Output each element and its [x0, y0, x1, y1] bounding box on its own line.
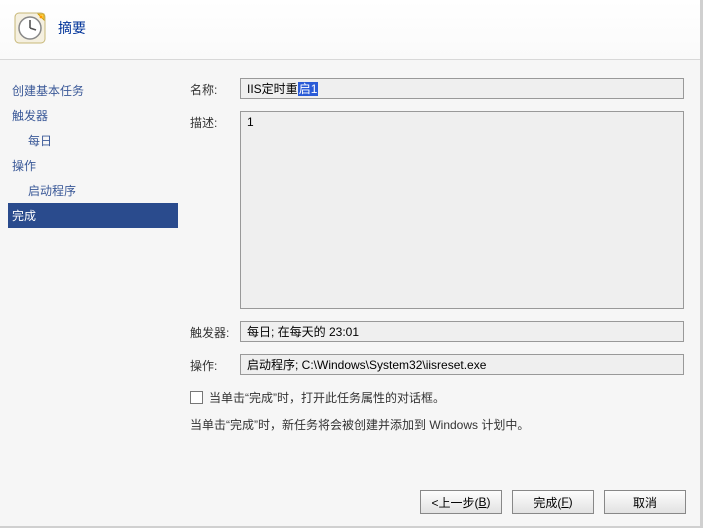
- action-field[interactable]: 启动程序; C:\Windows\System32\iisreset.exe: [240, 354, 684, 375]
- name-field[interactable]: IIS定时重启1: [240, 78, 684, 99]
- desc-label: 描述:: [190, 111, 240, 131]
- summary-form: 名称: IIS定时重启1 描述: 1 触发器: 每日; 在每天的 23:01 操…: [190, 78, 684, 443]
- name-value-selection: 启1: [298, 82, 319, 96]
- clock-icon: [14, 12, 46, 44]
- finish-button[interactable]: 完成(F): [512, 490, 594, 514]
- cancel-button[interactable]: 取消: [604, 490, 686, 514]
- wizard-window: 摘要 创建基本任务 触发器 每日 操作 启动程序 完成 名称: IIS定时重启1…: [0, 0, 703, 528]
- open-properties-checkbox[interactable]: [190, 391, 203, 404]
- desc-field[interactable]: 1: [240, 111, 684, 309]
- sidebar-item-daily[interactable]: 每日: [8, 128, 178, 153]
- hint-block: 当单击“完成”时，打开此任务属性的对话框。 当单击“完成”时，新任务将会被创建并…: [190, 389, 684, 433]
- wizard-title: 摘要: [58, 18, 86, 38]
- trigger-field[interactable]: 每日; 在每天的 23:01: [240, 321, 684, 342]
- sidebar-item-start-program[interactable]: 启动程序: [8, 178, 178, 203]
- sidebar-item-create-basic-task[interactable]: 创建基本任务: [8, 78, 178, 103]
- back-button[interactable]: <上一步(B): [420, 490, 502, 514]
- open-properties-label: 当单击“完成”时，打开此任务属性的对话框。: [209, 389, 445, 406]
- trigger-label: 触发器:: [190, 321, 240, 341]
- wizard-body: 创建基本任务 触发器 每日 操作 启动程序 完成 名称: IIS定时重启1 描述…: [0, 60, 700, 474]
- name-value-prefix: IIS定时重: [247, 82, 298, 96]
- sidebar-item-finish[interactable]: 完成: [8, 203, 178, 228]
- sidebar-item-action[interactable]: 操作: [8, 153, 178, 178]
- wizard-header: 摘要: [0, 0, 700, 60]
- step-sidebar: 创建基本任务 触发器 每日 操作 启动程序 完成: [8, 78, 178, 228]
- name-label: 名称:: [190, 78, 240, 98]
- finish-note: 当单击“完成”时，新任务将会被创建并添加到 Windows 计划中。: [190, 416, 529, 433]
- sidebar-item-trigger[interactable]: 触发器: [8, 103, 178, 128]
- wizard-buttons: <上一步(B) 完成(F) 取消: [420, 490, 686, 514]
- action-label: 操作:: [190, 354, 240, 374]
